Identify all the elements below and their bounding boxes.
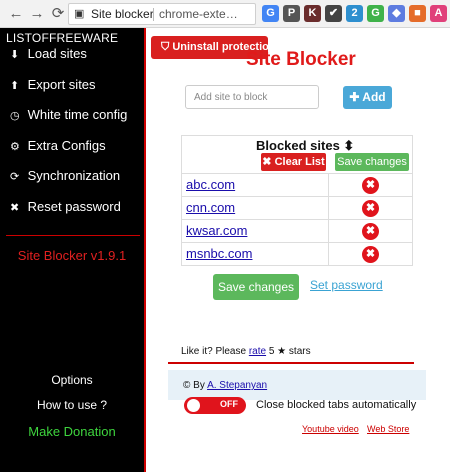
table-row: cnn.com ✖ bbox=[182, 197, 412, 220]
sidebar-divider bbox=[6, 235, 140, 236]
reload-icon[interactable]: ⟳ bbox=[48, 4, 68, 24]
extension-icon[interactable]: ✔ bbox=[325, 5, 342, 22]
cell-divider bbox=[328, 220, 329, 243]
table-row: abc.com ✖ bbox=[182, 174, 412, 197]
sidebar-item-synchronization[interactable]: ⟳ Synchronization bbox=[10, 168, 120, 183]
download-icon: ⬇ bbox=[10, 49, 20, 61]
upload-icon: ⬆ bbox=[10, 80, 20, 92]
set-password-link[interactable]: Set password bbox=[310, 278, 383, 292]
sidebar-item-extra-configs[interactable]: ⚙ Extra Configs bbox=[10, 138, 106, 153]
extension-icon[interactable]: G bbox=[262, 5, 279, 22]
toggle-knob bbox=[187, 399, 200, 412]
extension-icon[interactable]: ■ bbox=[409, 5, 426, 22]
extension-icon[interactable]: K bbox=[304, 5, 321, 22]
sidebar-item-white-time-config[interactable]: ◷ White time config bbox=[10, 107, 127, 122]
make-donation-link[interactable]: Make Donation bbox=[0, 424, 144, 439]
author-credit: © By A. Stepanyan bbox=[183, 380, 267, 391]
shield-icon: ⛉ bbox=[161, 41, 170, 53]
browser-toolbar: ← → ⟳ ▣ Site blocker chrome-exte… ☆ GPK✔… bbox=[0, 0, 450, 28]
sidebar-item-label: White time config bbox=[27, 107, 128, 122]
remove-site-icon[interactable]: ✖ bbox=[362, 200, 379, 217]
extension-icon[interactable]: ◆ bbox=[388, 5, 405, 22]
clock-icon: ◷ bbox=[10, 110, 20, 122]
add-site-button[interactable]: ✚ Add bbox=[343, 86, 392, 109]
table-row: msnbc.com ✖ bbox=[182, 243, 412, 266]
blocked-sites-table: Blocked sites ⬍ ✖ Clear List Save change… bbox=[181, 135, 413, 266]
web-store-link[interactable]: Web Store bbox=[367, 424, 409, 434]
save-changes-button-top[interactable]: Save changes bbox=[335, 153, 409, 171]
version-label: Site Blocker v1.9.1 bbox=[17, 248, 127, 263]
sidebar-item-label: Export sites bbox=[27, 77, 96, 92]
blocked-site-link[interactable]: msnbc.com bbox=[186, 246, 252, 261]
page-title: Site Blocker bbox=[246, 49, 356, 70]
sidebar-item-label: Extra Configs bbox=[27, 138, 106, 153]
blocked-site-link[interactable]: kwsar.com bbox=[186, 223, 247, 238]
sidebar-item-label: Reset password bbox=[27, 199, 121, 214]
rate-divider bbox=[168, 362, 414, 364]
how-to-use-link[interactable]: How to use ? bbox=[0, 398, 144, 412]
extension-icon[interactable]: G bbox=[367, 5, 384, 22]
cell-divider bbox=[328, 174, 329, 197]
address-bar[interactable]: ▣ Site blocker chrome-exte… ☆ bbox=[68, 3, 256, 25]
address-separator bbox=[153, 8, 154, 21]
footer-panel: © By A. Stepanyan bbox=[168, 370, 426, 400]
address-url: chrome-exte… bbox=[159, 7, 238, 21]
add-site-input[interactable] bbox=[185, 85, 319, 109]
extension-page-icon: ▣ bbox=[74, 8, 85, 20]
author-link[interactable]: A. Stepanyan bbox=[207, 380, 267, 391]
save-changes-button[interactable]: Save changes bbox=[213, 274, 299, 300]
close-icon: ✖ bbox=[10, 202, 20, 214]
extension-icon[interactable]: 2 bbox=[346, 5, 363, 22]
blocked-site-link[interactable]: cnn.com bbox=[186, 200, 235, 215]
remove-site-icon[interactable]: ✖ bbox=[362, 177, 379, 194]
clear-list-button[interactable]: ✖ Clear List bbox=[261, 153, 326, 171]
toggle-state-label: OFF bbox=[220, 399, 238, 409]
blocked-sites-header: Blocked sites ⬍ ✖ Clear List Save change… bbox=[182, 136, 412, 174]
address-title: Site blocker bbox=[91, 7, 154, 21]
table-row: kwsar.com ✖ bbox=[182, 220, 412, 243]
back-icon[interactable]: ← bbox=[6, 4, 26, 24]
rate-link[interactable]: rate bbox=[249, 346, 266, 357]
sync-icon: ⟳ bbox=[10, 171, 20, 183]
blocked-site-link[interactable]: abc.com bbox=[186, 177, 235, 192]
remove-site-icon[interactable]: ✖ bbox=[362, 223, 379, 240]
author-prefix: © By bbox=[183, 380, 205, 391]
sidebar-item-label: Synchronization bbox=[27, 168, 121, 183]
gear-icon: ⚙ bbox=[10, 141, 20, 153]
forward-icon[interactable]: → bbox=[27, 4, 47, 24]
close-tabs-label: Close blocked tabs automatically bbox=[256, 399, 417, 411]
cell-divider bbox=[328, 243, 329, 266]
cell-divider bbox=[328, 197, 329, 220]
sidebar-item-label: Load sites bbox=[27, 46, 87, 61]
rate-suffix: 5 ★ stars bbox=[268, 346, 311, 357]
youtube-video-link[interactable]: Youtube video bbox=[302, 424, 359, 434]
sidebar: LISTOFFREEWARE ⬇ Load sites ⬆ Export sit… bbox=[0, 28, 146, 472]
close-tabs-toggle[interactable]: OFF bbox=[184, 397, 246, 414]
options-link[interactable]: Options bbox=[0, 373, 144, 387]
remove-site-icon[interactable]: ✖ bbox=[362, 246, 379, 263]
sidebar-item-reset-password[interactable]: ✖ Reset password bbox=[10, 199, 121, 214]
blocked-sites-title[interactable]: Blocked sites ⬍ bbox=[256, 138, 354, 154]
sidebar-item-load-sites[interactable]: ⬇ Load sites bbox=[10, 46, 87, 61]
extension-icon[interactable]: A bbox=[430, 5, 447, 22]
brand-logo: LISTOFFREEWARE bbox=[6, 31, 119, 45]
sidebar-item-export-sites[interactable]: ⬆ Export sites bbox=[10, 77, 96, 92]
rate-prompt: Like it? Please rate 5 ★ stars bbox=[181, 346, 311, 357]
extension-icon[interactable]: P bbox=[283, 5, 300, 22]
rate-prefix: Like it? Please bbox=[181, 346, 247, 357]
